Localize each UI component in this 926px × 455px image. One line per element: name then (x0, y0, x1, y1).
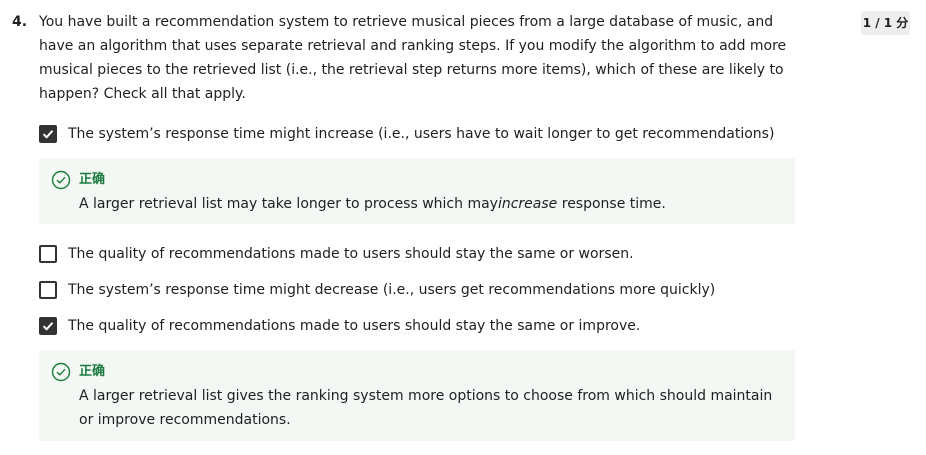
check-icon (42, 130, 54, 139)
question-number: 4. (12, 14, 28, 30)
feedback-status: 正确 (79, 364, 106, 379)
check-circle-icon (51, 170, 71, 190)
check-icon (42, 322, 54, 331)
feedback-correct: 正确 A larger retrieval list may take long… (39, 158, 795, 224)
checkbox-unchecked[interactable] (39, 281, 57, 299)
feedback-emphasis: increase (497, 196, 558, 212)
option-label: The system’s response time might decreas… (68, 282, 716, 298)
option-label: The quality of recommendations made to u… (68, 246, 634, 262)
option-label: The quality of recommendations made to u… (68, 318, 641, 334)
checkbox-checked[interactable] (39, 125, 57, 143)
checkbox-unchecked[interactable] (39, 245, 57, 263)
check-circle-icon (51, 362, 71, 382)
checkbox-checked[interactable] (39, 317, 57, 335)
feedback-status: 正确 (79, 172, 106, 187)
score-badge: 1 / 1 分 (861, 11, 910, 35)
option-response-time-decrease[interactable]: The system’s response time might decreas… (39, 280, 715, 300)
feedback-correct: 正确 A larger retrieval list gives the ran… (39, 350, 795, 441)
feedback-text: A larger retrieval list may take longer … (79, 196, 666, 212)
option-response-time-increase[interactable]: The system’s response time might increas… (39, 124, 774, 144)
option-label: The system’s response time might increas… (68, 126, 775, 142)
feedback-text: A larger retrieval list gives the rankin… (79, 388, 773, 428)
option-quality-same-or-improve[interactable]: The quality of recommendations made to u… (39, 316, 640, 336)
question-text: You have built a recommendation system t… (39, 14, 787, 102)
option-quality-same-or-worsen[interactable]: The quality of recommendations made to u… (39, 244, 634, 264)
